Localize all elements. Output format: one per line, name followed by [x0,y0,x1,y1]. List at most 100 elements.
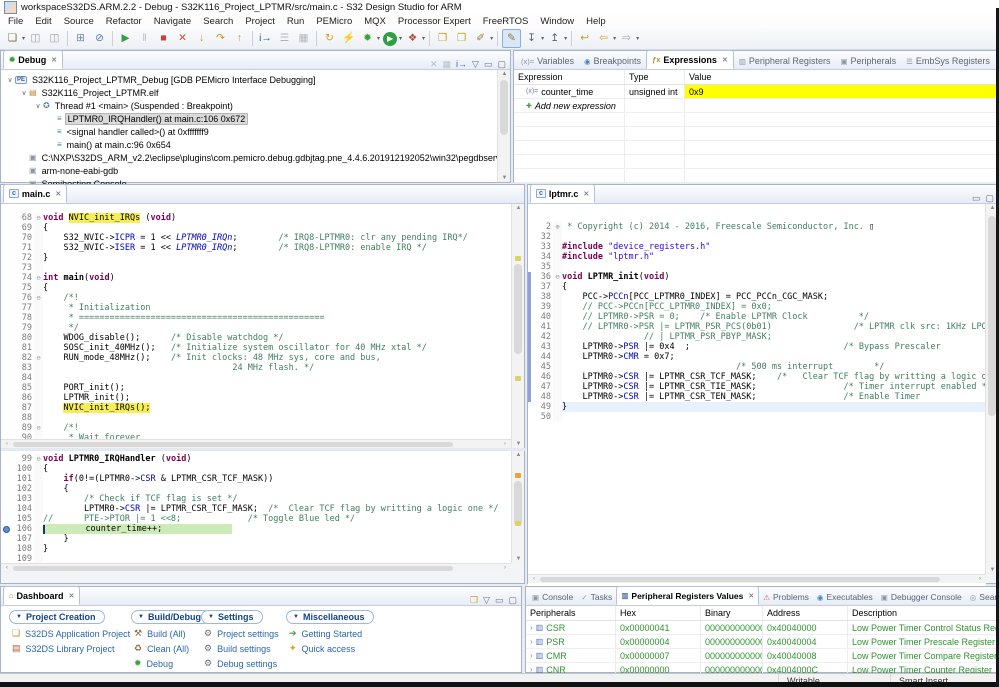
main-editor-bottom-split[interactable]: 99⊖void LPTMR0_IRQHandler (void)100{101 … [1,451,511,566]
use-step-filters-icon[interactable]: ☰ [276,30,293,47]
register-row[interactable]: ›▥CMR0x000000070000000000000...0x4004000… [526,649,998,663]
tree-node[interactable]: ▣C:\NXP\S32DS_ARM_v2.2\eclipse\plugins\c… [1,151,510,164]
scrollbar-thumb[interactable] [13,442,453,447]
fold-marker-icon[interactable]: ⊖ [34,353,43,363]
tab-lptmr.c[interactable]: clptmr.c✕ [530,184,595,203]
open-element-icon[interactable]: ⊞ [72,30,89,47]
dashboard-link-debug-settings[interactable]: ⚙Debug settings [204,658,277,669]
fold-marker-icon[interactable]: ⊕ [553,222,562,232]
tab-console[interactable]: ▣Console [528,589,577,605]
dashboard-link-project-settings[interactable]: ⚙Project settings [204,628,279,639]
view-menu-icon[interactable]: ▽ [472,59,479,69]
menu-refactor[interactable]: Refactor [100,16,148,27]
menu-file[interactable]: File [2,16,29,27]
tree-expander-icon[interactable]: ∨ [19,89,29,97]
tree-node[interactable]: ▣arm-none-eabi-gdb [1,164,510,177]
mark-occurrences-icon[interactable]: ✎ [502,29,521,48]
dropdown-arrow-icon[interactable]: ▾ [422,35,425,42]
menu-project[interactable]: Project [239,16,281,27]
import-icon[interactable]: ↧ [523,30,540,47]
save-all-icon[interactable]: ◫ [46,30,63,47]
scrollbar-thumb[interactable] [540,577,940,582]
registers-table[interactable]: PeripheralsHexBinaryAddressDescription›▥… [526,606,998,677]
dashboard-link-getting-started[interactable]: ➔Getting Started [289,628,362,639]
minimize-icon[interactable]: ▭ [495,595,504,605]
column-header-value[interactable]: Value [685,70,998,84]
group-collapse-icon[interactable]: ▼ [293,614,299,620]
tab-debug[interactable]: ✹Debug✕ [3,50,63,69]
row-expander-icon[interactable]: › [530,651,533,660]
expressions-table[interactable]: ExpressionTypeValue(x)=counter_timeunsig… [514,70,998,183]
tree-expander-icon[interactable]: ∨ [5,76,15,84]
step-return-icon[interactable]: ↑ [231,30,248,47]
close-icon[interactable]: ✕ [55,190,61,198]
maximize-icon[interactable]: ▢ [497,59,506,69]
scroll-left-arrow[interactable]: ‹ [529,575,539,584]
scroll-down-arrow[interactable]: ▼ [512,441,525,447]
menu-processor-expert[interactable]: Processor Expert [392,16,477,27]
tree-node[interactable]: ∨PES32K116_Project_LPTMR_Debug [GDB PEMi… [1,73,510,86]
fold-marker-icon[interactable]: ⊖ [34,273,43,283]
debug-icon[interactable]: ✹ [359,30,376,47]
tab-search[interactable]: ◎Search [966,589,999,605]
open-folder-icon[interactable]: ❐ [453,30,470,47]
tab-peripherals[interactable]: ▣Peripherals [835,53,901,69]
fold-marker-icon[interactable]: ⊖ [34,293,43,303]
menu-run[interactable]: Run [281,16,310,27]
column-header-expression[interactable]: Expression [514,70,625,84]
step-over-icon[interactable]: ↷ [212,30,229,47]
lptmr-hscrollbar[interactable]: ‹ › [528,574,986,583]
back-icon[interactable]: ⇦ [595,30,612,47]
register-row[interactable]: ›▥CSR0x000000410000000000000...0x4004000… [526,621,998,635]
column-header-peripherals[interactable]: Peripherals [526,606,616,620]
maximize-icon[interactable]: ▢ [508,595,517,605]
register-row[interactable]: ›▥PSR0x000000040000000000000...0x4004000… [526,635,998,649]
resume-icon[interactable]: ▶ [117,30,134,47]
view-menu-icon[interactable]: ▽ [483,595,490,605]
row-expander-icon[interactable]: › [530,637,533,646]
column-header-binary[interactable]: Binary [701,606,763,620]
menu-freertos[interactable]: FreeRTOS [477,16,535,27]
tab-peripheral-registers-values[interactable]: ▥Peripheral Registers Values✕ [616,586,759,605]
tab-debugger-console[interactable]: ▣Debugger Console [877,589,966,605]
menu-source[interactable]: Source [58,16,100,27]
last-edit-location-icon[interactable]: ↩ [576,30,593,47]
menu-window[interactable]: Window [534,16,580,27]
tab-expressions[interactable]: ƒxExpressions✕ [646,50,734,69]
show-source-icon[interactable]: ▦ [295,30,312,47]
group-collapse-icon[interactable]: ▼ [138,614,144,620]
dashboard-group-project-creation[interactable]: ▼Project Creation [9,610,105,624]
open-project-icon[interactable]: ❐ [434,30,451,47]
step-into-icon[interactable]: ↓ [193,30,210,47]
dashboard-link-build-all-[interactable]: ⚒Build (All) [134,628,186,639]
scroll-right-arrow[interactable]: › [975,575,985,584]
new-wizard-icon[interactable]: ❏ [4,30,21,47]
column-header-description[interactable]: Description [848,606,998,620]
dropdown-arrow-icon[interactable]: ▾ [636,35,639,42]
close-icon[interactable]: ✕ [722,56,728,64]
scrollbar-thumb[interactable] [988,216,996,416]
main-top-scrollbar[interactable]: ▲ ▼ [511,204,524,448]
fold-marker-icon[interactable]: ⊖ [34,213,43,223]
main-bottom-scrollbar[interactable]: ▲ ▼ [511,451,524,563]
dashboard-group-build-debug[interactable]: ▼Build/Debug [131,610,211,624]
maximize-icon[interactable]: ▢ [985,193,994,203]
dashboard-link-debug[interactable]: ✹Debug [134,658,173,669]
suspend-icon[interactable]: ‖ [136,30,153,47]
tab-problems[interactable]: ⚠Problems [759,589,813,605]
skip-all-breakpoints-icon[interactable]: ⊘ [91,30,108,47]
close-icon[interactable]: ✕ [51,56,57,64]
breakpoint-ruler[interactable] [1,526,12,533]
menu-help[interactable]: Help [580,16,612,27]
tab-dashboard[interactable]: ⌂Dashboard✕ [3,586,80,605]
menu-edit[interactable]: Edit [29,16,57,27]
scroll-down-arrow[interactable]: ▼ [512,556,525,562]
tree-expander-icon[interactable]: ∨ [33,102,43,110]
dashboard-link-quick-access[interactable]: ✦Quick access [289,643,355,654]
open-dashboard-icon[interactable]: ❐ [470,595,478,605]
export-icon[interactable]: ↥ [546,30,563,47]
dashboard-group-miscellaneous[interactable]: ▼Miscellaneous [286,610,374,624]
minimize-icon[interactable]: ▭ [484,59,493,69]
debug-scrollbar[interactable]: ▲ ▼ [497,70,510,182]
reset-icon[interactable]: ↻ [321,30,338,47]
